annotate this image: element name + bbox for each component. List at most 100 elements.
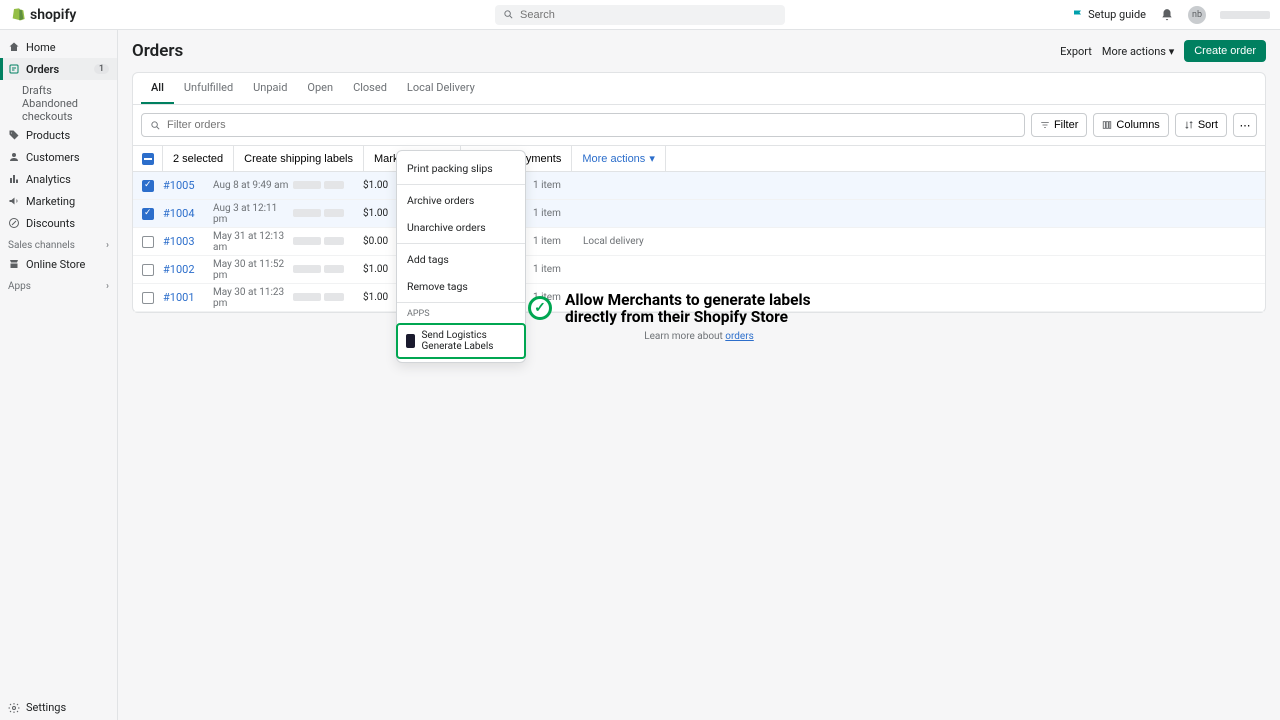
sidebar-item-products[interactable]: Products [0,124,117,146]
avatar[interactable]: nb [1188,6,1206,24]
export-button[interactable]: Export [1060,45,1092,58]
more-actions-dropdown: Print packing slips Archive orders Unarc… [396,150,526,363]
bell-icon[interactable] [1160,8,1174,22]
dd-add-tags[interactable]: Add tags [397,246,525,273]
order-date: Aug 3 at 12:11 pm [213,203,293,225]
sidebar-sub-abandoned[interactable]: Abandoned checkouts [0,100,117,120]
filter-button[interactable]: Filter [1031,113,1087,137]
order-customer-redacted [293,263,363,276]
order-items: 1 item [533,236,583,247]
sidebar-item-analytics[interactable]: Analytics [0,168,117,190]
dd-archive-orders[interactable]: Archive orders [397,187,525,214]
logo[interactable]: shopify [10,7,76,23]
sidebar-item-discounts[interactable]: Discounts [0,212,117,234]
sidebar-item-online-store[interactable]: Online Store [0,253,117,275]
sort-icon [1184,120,1194,130]
order-customer-redacted [293,291,363,304]
order-id-link[interactable]: #1002 [163,263,213,276]
tab-all[interactable]: All [141,73,174,104]
order-id-link[interactable]: #1001 [163,291,213,304]
row-checkbox[interactable] [142,264,154,276]
sidebar-item-orders[interactable]: Orders 1 [0,58,117,80]
dd-unarchive-orders[interactable]: Unarchive orders [397,214,525,241]
order-items: 1 item [533,264,583,275]
tab-local-delivery[interactable]: Local Delivery [397,73,485,104]
search-icon [150,120,161,131]
row-checkbox-cell [133,236,163,248]
sidebar: Home Orders 1 Drafts Abandoned checkouts… [0,30,118,720]
nav-section-sales-channels[interactable]: Sales channels › [0,234,117,253]
dd-separator [397,243,525,244]
dd-app-send-logistics[interactable]: Send Logistics Generate Labels [396,323,526,359]
row-checkbox[interactable] [142,208,154,220]
bulk-create-labels[interactable]: Create shipping labels [234,146,364,171]
table-row[interactable]: #1002 May 30 at 11:52 pm $1.00 1 item [133,256,1265,284]
tab-unfulfilled[interactable]: Unfulfilled [174,73,243,104]
sidebar-item-settings[interactable]: Settings [0,695,117,720]
kebab-button[interactable]: ⋯ [1233,113,1257,137]
order-date: May 31 at 12:13 am [213,231,293,253]
bulk-selected-count[interactable]: 2 selected [163,146,234,171]
gear-icon [8,702,20,714]
bulk-more-actions[interactable]: More actions ▾ [572,146,666,171]
sort-button[interactable]: Sort [1175,113,1227,137]
kebab-icon: ⋯ [1240,119,1251,132]
topbar-right: Setup guide nb [1072,6,1270,24]
sidebar-item-customers[interactable]: Customers [0,146,117,168]
search-icon [503,9,514,20]
shopify-icon [10,7,26,23]
dd-remove-tags[interactable]: Remove tags [397,273,525,300]
search-input[interactable] [520,9,777,21]
order-date: May 30 at 11:23 pm [213,287,293,309]
app-icon [406,334,415,348]
order-id-link[interactable]: #1003 [163,235,213,248]
order-id-link[interactable]: #1005 [163,179,213,192]
tabs: All Unfulfilled Unpaid Open Closed Local… [133,73,1265,105]
order-delivery: Local delivery [583,236,663,247]
tab-open[interactable]: Open [297,73,343,104]
brand-text: shopify [30,7,76,23]
page-actions: Export More actions ▾ Create order [1060,40,1266,62]
order-id-link[interactable]: #1004 [163,207,213,220]
caret-down-icon: ▾ [649,152,655,165]
orders-icon [8,63,20,75]
discounts-icon [8,217,20,229]
products-icon [8,129,20,141]
dd-print-packing-slips[interactable]: Print packing slips [397,155,525,182]
page-header: Orders Export More actions ▾ Create orde… [132,40,1266,62]
setup-guide-link[interactable]: Setup guide [1072,8,1146,21]
dd-separator [397,302,525,303]
nav-section-apps[interactable]: Apps › [0,275,117,294]
analytics-icon [8,173,20,185]
tab-unpaid[interactable]: Unpaid [243,73,297,104]
filter-orders-input[interactable] [167,119,1016,131]
columns-button[interactable]: Columns [1093,113,1168,137]
annotation-check-icon [528,296,552,320]
dd-separator [397,184,525,185]
filter-orders-input-wrap[interactable] [141,113,1025,137]
table-row[interactable]: #1005 Aug 8 at 9:49 am $1.00 1 item [133,172,1265,200]
row-checkbox-cell [133,292,163,304]
table-row[interactable]: #1004 Aug 3 at 12:11 pm $1.00 1 item [133,200,1265,228]
learn-more-link[interactable]: orders [725,331,754,342]
create-order-button[interactable]: Create order [1184,40,1266,62]
row-checkbox[interactable] [142,236,154,248]
learn-more: Learn more about orders [132,331,1266,342]
more-actions-button[interactable]: More actions ▾ [1102,45,1174,58]
chevron-right-icon: › [106,281,109,292]
bulk-checkbox[interactable] [142,153,154,165]
sidebar-item-home[interactable]: Home [0,36,117,58]
sidebar-item-marketing[interactable]: Marketing [0,190,117,212]
search-bar[interactable] [495,5,785,25]
row-checkbox[interactable] [142,292,154,304]
table-row[interactable]: #1003 May 31 at 12:13 am $0.00 1 item Lo… [133,228,1265,256]
filter-icon [1040,120,1050,130]
order-customer-redacted [293,179,363,192]
bulk-select-all[interactable] [133,146,163,171]
tab-closed[interactable]: Closed [343,73,397,104]
main-content: Orders Export More actions ▾ Create orde… [118,30,1280,720]
row-checkbox[interactable] [142,180,154,192]
row-checkbox-cell [133,208,163,220]
user-name-redacted [1220,11,1270,19]
flag-icon [1072,9,1084,21]
